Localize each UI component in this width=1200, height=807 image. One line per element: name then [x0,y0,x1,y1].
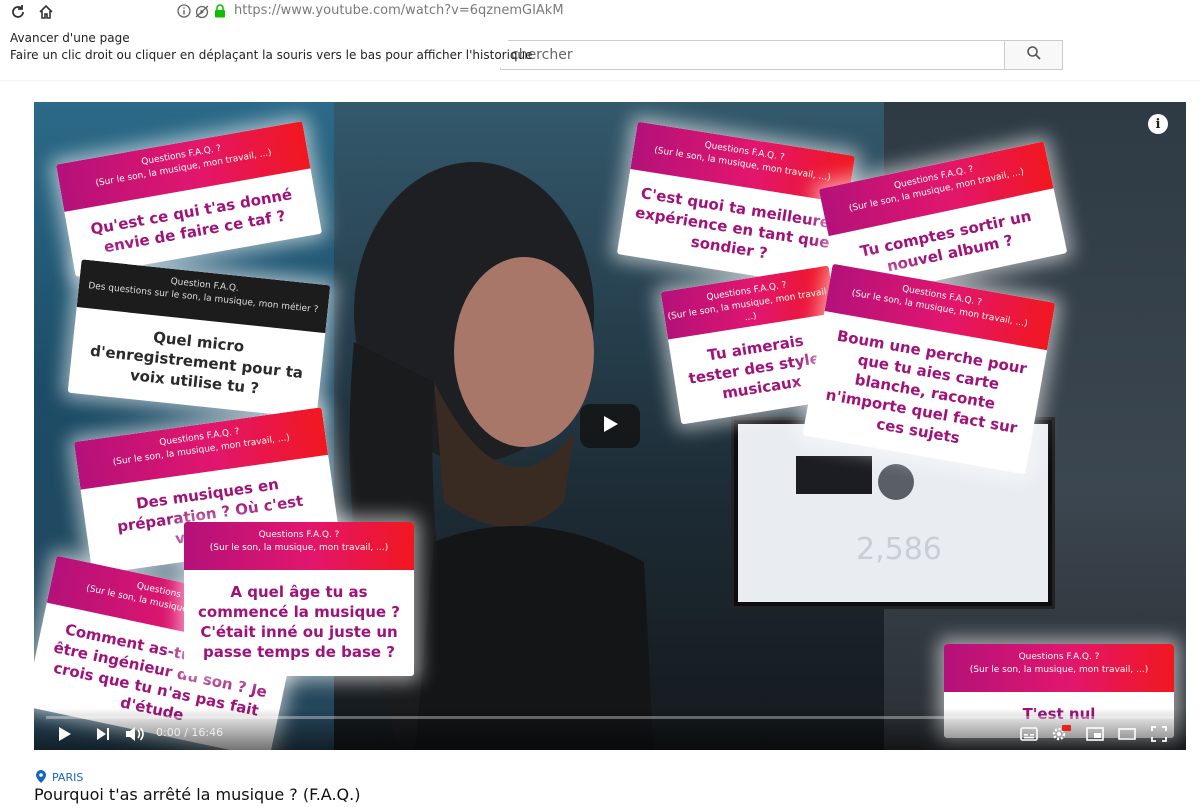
lock-icon[interactable] [212,3,228,19]
reload-icon[interactable] [8,2,28,22]
video-title: Pourquoi t'as arrêté la musique ? (F.A.Q… [34,785,361,804]
video-player[interactable]: 2,586 Questions F.A.Q. ? (Sur le son, la … [34,102,1186,750]
home-icon[interactable] [36,2,56,22]
search-box[interactable] [500,40,1004,70]
faq-card: Questions F.A.Q. ? (Sur le son, la musiqu… [184,522,414,676]
monitor-banner [796,456,872,494]
location-text[interactable]: PARIS [52,771,83,784]
tooltip-title: Avancer d'une page [10,31,130,45]
time-display: 0:00 / 16:46 [156,726,224,739]
video-info-icon[interactable]: i [1148,114,1168,134]
theater-mode-icon[interactable] [1116,724,1138,744]
time-current: 0:00 [156,726,181,739]
play-icon[interactable] [54,724,76,744]
search-button[interactable] [1004,40,1063,70]
player-controls: 0:00 / 16:46 [34,708,1186,750]
search-icon [1026,45,1042,65]
miniplayer-icon[interactable] [1084,724,1106,744]
search-input[interactable] [501,41,1001,69]
monitor-avatar [878,464,914,500]
back-forward-tooltip: Avancer d'une page Faire un clic droit o… [0,25,533,68]
browser-toolbar: https://www.youtube.com/watch?v=6qznemGI… [0,0,1200,25]
progress-bar[interactable] [46,716,1174,719]
play-icon [601,415,619,437]
url-text[interactable]: https://www.youtube.com/watch?v=6qznemGI… [234,3,564,18]
url-bar[interactable]: https://www.youtube.com/watch?v=6qznemGI… [168,0,1200,25]
fullscreen-icon[interactable] [1148,724,1170,744]
tooltip-description: Faire un clic droit ou cliquer en déplaç… [10,48,533,62]
subtitles-icon[interactable] [1018,724,1040,744]
info-icon[interactable] [176,3,192,19]
settings-gear-icon[interactable] [1050,724,1072,744]
autoplay-blocked-icon[interactable] [194,3,210,19]
next-icon[interactable] [92,724,114,744]
large-play-button[interactable] [580,404,640,448]
faq-card: Question F.A.Q. Des questions sur le son,… [67,259,331,419]
monitor-counter: 2,586 [856,532,942,567]
volume-icon[interactable] [124,724,146,744]
faq-question: A quel âge tu as commencé la musique ? C… [198,583,400,661]
time-total: 16:46 [191,726,224,739]
